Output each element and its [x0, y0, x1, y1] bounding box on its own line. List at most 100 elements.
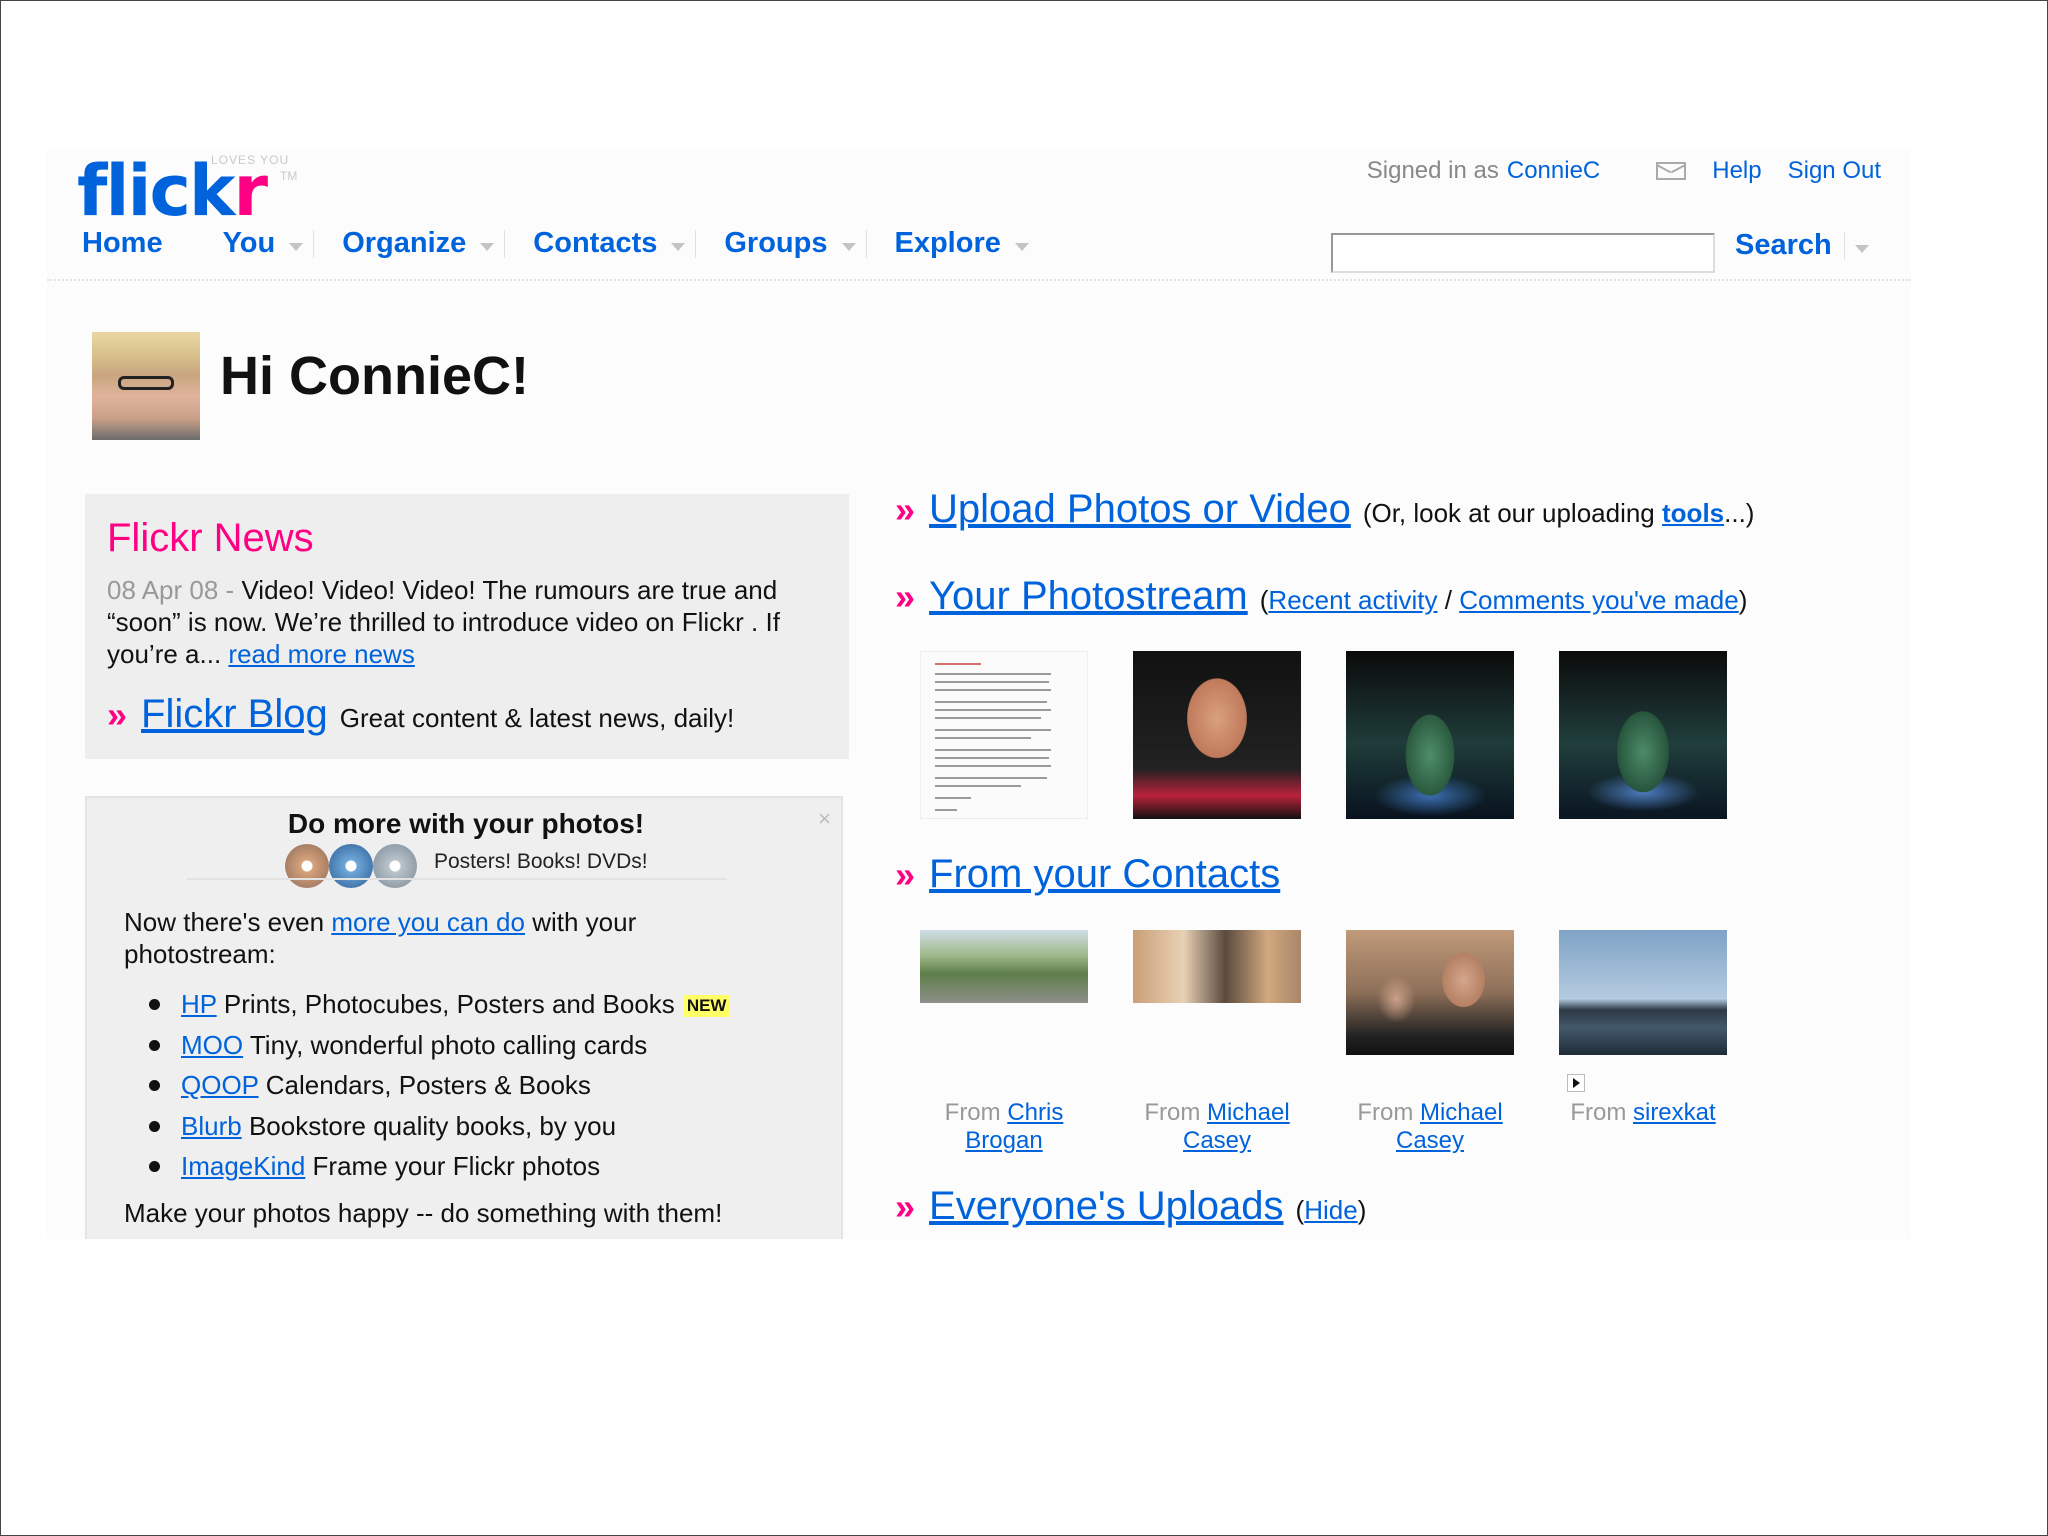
contact-caption: From sirexkat [1543, 1099, 1743, 1127]
everyone-uploads-section: » Everyone's Uploads (Hide) [895, 1184, 1366, 1229]
nav-contacts[interactable]: Contacts [533, 227, 686, 260]
everyone-uploads-note: (Hide) [1296, 1195, 1367, 1226]
new-badge: NEW [682, 995, 731, 1017]
paren-open: ( [1295, 1195, 1305, 1225]
nav-separator [313, 229, 315, 258]
sign-out-link[interactable]: Sign Out [1788, 157, 1881, 185]
header-divider [47, 279, 1911, 281]
chevron-down-icon[interactable] [289, 242, 304, 251]
list-item: Blurb Bookstore quality books, by you [147, 1108, 807, 1149]
nav-separator [695, 229, 697, 258]
partner-text: Frame your Flickr photos [312, 1151, 601, 1181]
dvd-discs-image [285, 844, 425, 888]
list-item: HP Prints, Photocubes, Posters and Books… [147, 986, 807, 1027]
contact-link[interactable]: Brogan [965, 1127, 1042, 1154]
caption-from: From [1144, 1099, 1201, 1126]
news-body: 08 Apr 08 - Video! Video! Video! The rum… [107, 574, 837, 670]
nav-organize[interactable]: Organize [342, 227, 495, 260]
flickr-blog-link[interactable]: Flickr Blog [141, 692, 328, 737]
main-nav: Home You Organize Contacts Groups Explor… [82, 227, 1029, 260]
partner-link-moo[interactable]: MOO [181, 1030, 243, 1060]
nav-home[interactable]: Home [82, 227, 163, 260]
nav-home-label: Home [82, 227, 163, 259]
mail-icon[interactable] [1656, 162, 1687, 180]
partner-text: Bookstore quality books, by you [248, 1110, 617, 1141]
nav-contacts-label: Contacts [533, 227, 658, 259]
nav-you-label: You [222, 227, 276, 259]
play-icon[interactable] [1567, 1074, 1585, 1092]
contact-link[interactable]: Michael [1207, 1099, 1290, 1126]
signed-in-label: Signed in as [1366, 157, 1499, 184]
nav-groups-label: Groups [724, 227, 828, 259]
partner-text: Tiny, wonderful photo calling cards [249, 1029, 648, 1060]
nav-groups[interactable]: Groups [724, 227, 856, 260]
contact-link[interactable]: sirexkat [1633, 1099, 1716, 1126]
recent-activity-link[interactable]: Recent activity [1268, 585, 1437, 615]
contact-thumb-room[interactable] [1133, 930, 1301, 1003]
photostream-thumb-document[interactable] [920, 651, 1088, 819]
contact-link[interactable]: Casey [1183, 1127, 1251, 1154]
nav-separator [504, 229, 506, 258]
everyone-uploads-link[interactable]: Everyone's Uploads [929, 1184, 1284, 1229]
contact-thumb-audience[interactable] [1346, 930, 1514, 1055]
contact-link[interactable]: Michael [1420, 1099, 1503, 1126]
upload-link[interactable]: Upload Photos or Video [929, 487, 1351, 532]
from-contacts-link[interactable]: From your Contacts [929, 852, 1280, 897]
contact-caption: From Chris Brogan [904, 1099, 1104, 1155]
more-you-can-do-link[interactable]: more you can do [331, 907, 525, 937]
partner-link-hp[interactable]: HP [181, 989, 217, 1019]
promo-intro-pre: Now there's even [124, 907, 325, 937]
photostream-thumb-stage[interactable] [1346, 651, 1514, 819]
contact-thumb-skyline[interactable] [1559, 930, 1727, 1055]
chevron-right-icon: » [895, 489, 916, 530]
partner-link-qoop[interactable]: QOOP [181, 1070, 259, 1100]
username-link[interactable]: ConnieC [1507, 157, 1600, 185]
document-image [935, 663, 1051, 811]
help-link[interactable]: Help [1712, 157, 1761, 185]
promo-divider [187, 878, 727, 880]
list-item: QOOP Calendars, Posters & Books [147, 1067, 807, 1108]
partner-link-imagekind[interactable]: ImageKind [181, 1151, 305, 1181]
chevron-right-icon: » [107, 694, 128, 735]
photostream-link[interactable]: Your Photostream [929, 574, 1248, 619]
contact-link[interactable]: Casey [1396, 1127, 1464, 1154]
promo-title: Do more with your photos! [287, 808, 645, 839]
flickr-blog-text: Great content & latest news, daily! [339, 703, 735, 733]
search-input[interactable] [1331, 233, 1715, 273]
nav-explore[interactable]: Explore [895, 227, 1029, 260]
nav-you[interactable]: You [223, 227, 304, 260]
partner-text: Prints, Photocubes, Posters and Books [223, 989, 675, 1019]
chevron-down-icon[interactable] [1014, 242, 1029, 251]
search-button-label: Search [1735, 229, 1832, 261]
logo-tagline: LOVES YOU [211, 153, 290, 167]
chevron-right-icon: » [895, 576, 916, 617]
contact-caption: From Michael Casey [1330, 1099, 1530, 1155]
chevron-down-icon[interactable] [841, 242, 856, 251]
chevron-right-icon: » [895, 1186, 916, 1227]
upload-note-post: ...) [1724, 498, 1755, 528]
read-more-news-link[interactable]: read more news [228, 639, 414, 669]
photostream-section: » Your Photostream (Recent activity / Co… [895, 574, 1747, 619]
partner-link-blurb[interactable]: Blurb [181, 1111, 242, 1141]
chevron-down-icon[interactable] [1854, 244, 1869, 253]
news-date: 08 Apr 08 - [107, 575, 235, 605]
comments-link[interactable]: Comments you've made [1459, 585, 1739, 615]
photostream-thumb-portrait[interactable] [1133, 651, 1301, 819]
caption-from: From [1357, 1099, 1414, 1126]
search-button[interactable]: Search [1735, 229, 1869, 262]
chevron-down-icon[interactable] [671, 242, 686, 251]
hide-link[interactable]: Hide [1304, 1195, 1357, 1225]
upload-note-pre: (Or, look at our uploading [1362, 498, 1655, 528]
caption-from: From [1570, 1099, 1627, 1126]
chevron-down-icon[interactable] [480, 242, 495, 251]
avatar[interactable] [92, 332, 200, 440]
disc-icon [329, 844, 373, 888]
disc-icon [373, 844, 417, 888]
promo-intro: Now there's even more you can do with yo… [124, 906, 744, 970]
contact-caption: From Michael Casey [1117, 1099, 1317, 1155]
photostream-thumb-stage-2[interactable] [1559, 651, 1727, 819]
contact-link[interactable]: Chris [1007, 1099, 1063, 1126]
contact-thumb-trees[interactable] [920, 930, 1088, 1003]
tools-link[interactable]: tools [1662, 498, 1724, 528]
promo-subtitle: Posters! Books! DVDs! [434, 850, 648, 873]
